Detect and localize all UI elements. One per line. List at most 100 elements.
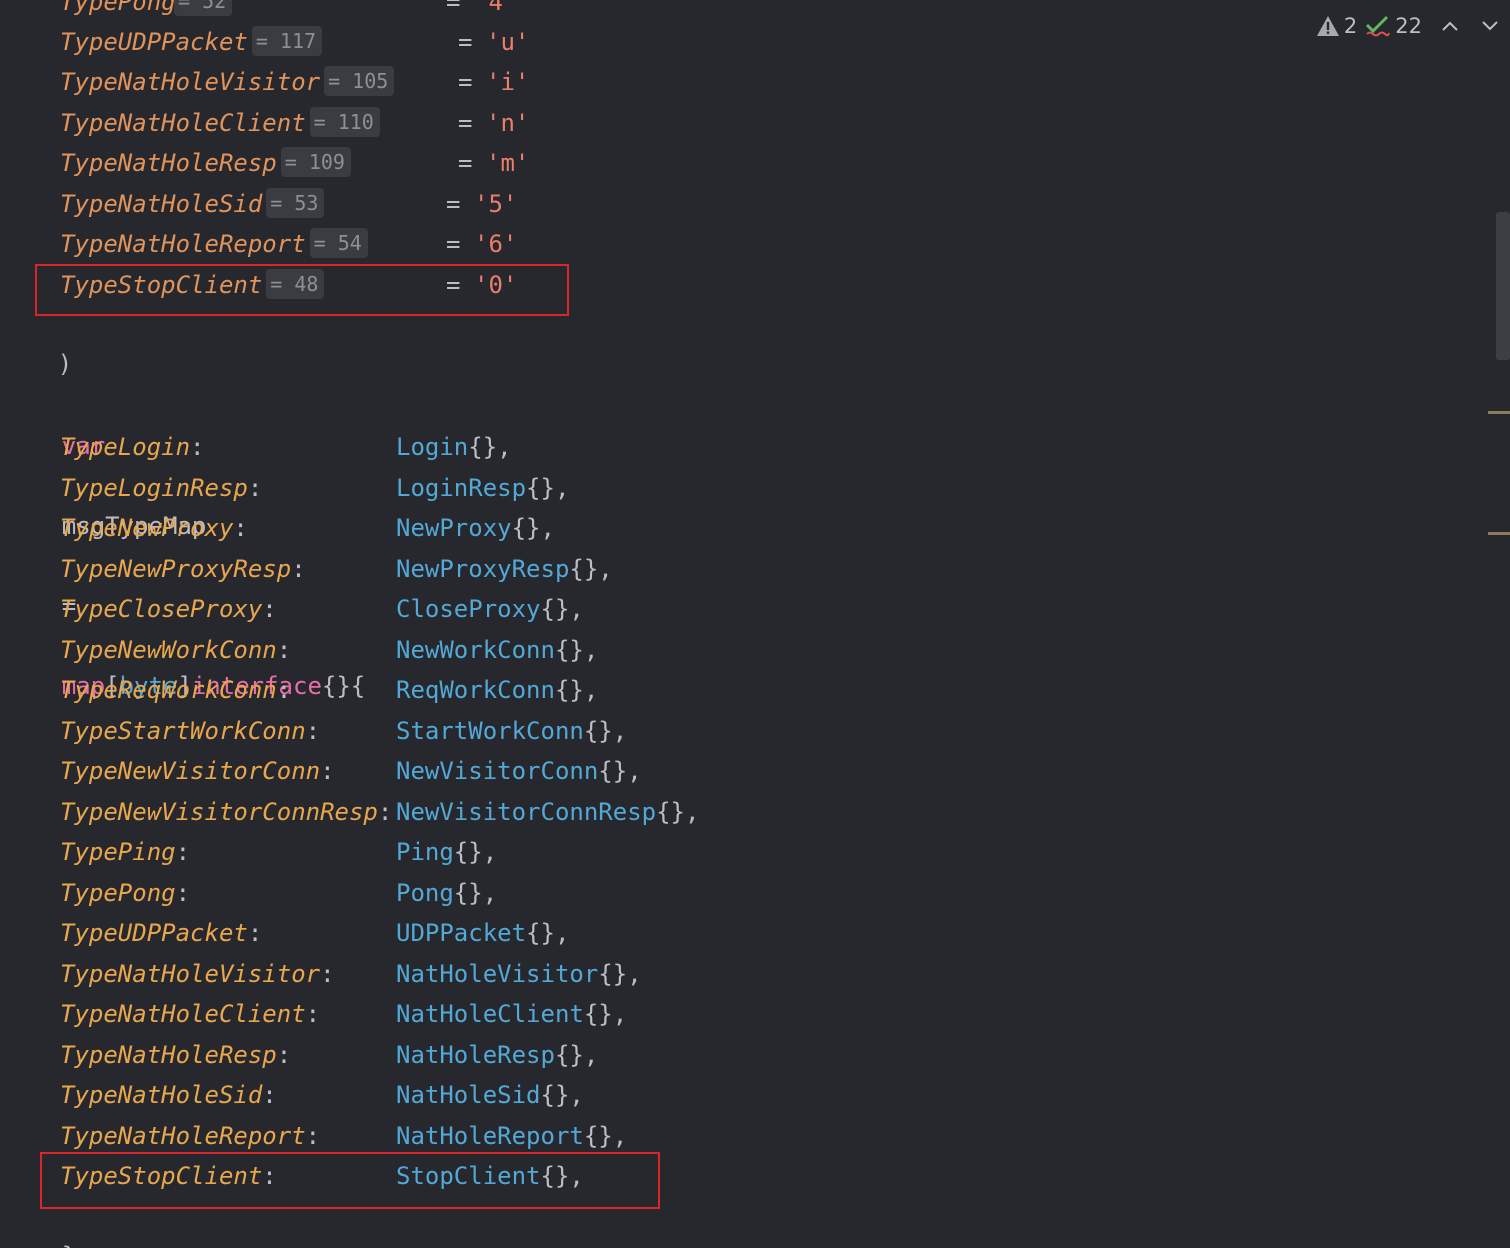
composite-literal-suffix: {}, <box>540 1081 584 1109</box>
map-value-type: Pong <box>396 879 454 907</box>
scrollbar-thumb[interactable] <box>1496 212 1510 360</box>
map-key: TypeNewProxy <box>60 514 234 542</box>
map-value-type: NewWorkConn <box>396 636 555 664</box>
colon: : <box>276 636 292 664</box>
equals-sign: = <box>458 109 473 137</box>
stripe-marker[interactable] <box>1488 532 1510 535</box>
const-name: TypeNatHoleReport <box>60 230 306 258</box>
map-key: TypeNewProxyResp <box>60 555 292 583</box>
colon: : <box>233 514 248 542</box>
double-check-icon <box>1365 14 1391 38</box>
inlay-hint-wrap: = 54 <box>308 224 368 264</box>
map-key: TypeLoginResp <box>60 474 248 502</box>
colon: : <box>190 433 205 461</box>
code-line-const-partial: TypePong = 52 = '4' <box>0 0 517 22</box>
map-value-type: ReqWorkConn <box>396 676 555 704</box>
code-editor[interactable]: TypePong = 52 = '4' TypeUDPPacket = 117 = '… <box>0 0 1486 1248</box>
colon: : <box>305 1000 321 1028</box>
colon: : <box>247 474 263 502</box>
composite-literal-suffix: {}, <box>554 676 599 704</box>
colon: : <box>291 555 306 583</box>
code-line-var-decl: var msgTypeMap = map[byte]interface{}{ <box>4 386 365 700</box>
const-name: TypeUDPPacket <box>60 28 248 56</box>
map-value-type: CloseProxy <box>396 595 541 623</box>
composite-literal-suffix: {}, <box>569 555 613 583</box>
map-value-type: NewVisitorConnResp <box>396 798 657 826</box>
map-value-type: NewVisitorConn <box>396 757 599 785</box>
colon: : <box>320 757 335 785</box>
map-value-type: Ping <box>396 838 454 866</box>
colon: : <box>377 798 393 826</box>
const-value: 'u' <box>486 28 530 56</box>
inlay-hint: = 53 <box>266 188 325 218</box>
map-value-type: UDPPacket <box>396 919 527 947</box>
map-value-type: NatHoleSid <box>396 1081 541 1109</box>
inlay-hint-wrap: = 105 <box>322 62 395 102</box>
composite-literal-suffix: {}, <box>540 595 584 623</box>
inspection-widget[interactable]: 2 22 <box>1316 8 1500 44</box>
map-value-type: NatHoleClient <box>396 1000 584 1028</box>
equals-sign: = <box>458 149 473 177</box>
inlay-hint: = 52 <box>174 0 233 16</box>
colon: : <box>305 1122 321 1150</box>
composite-literal-suffix: {}, <box>598 757 642 785</box>
composite-literal-suffix: {}, <box>598 960 642 988</box>
map-value-type: LoginResp <box>396 474 527 502</box>
map-value-type: Login <box>396 433 469 461</box>
map-key: TypeNewWorkConn <box>60 636 277 664</box>
const-value: 'n' <box>486 109 530 137</box>
vertical-scrollbar[interactable] <box>1486 0 1510 1248</box>
colon: : <box>276 676 292 704</box>
map-key: TypeCloseProxy <box>60 595 263 623</box>
map-key: TypeNatHoleSid <box>60 1081 263 1109</box>
const-name: TypeNatHoleSid <box>60 190 263 218</box>
map-key: TypeUDPPacket <box>60 919 248 947</box>
inlay-hint-wrap: = 109 <box>279 143 351 183</box>
colon: : <box>262 1081 277 1109</box>
map-value-type: NatHoleResp <box>396 1041 555 1069</box>
const-value: '4' <box>474 0 518 16</box>
const-value: '5' <box>474 190 518 218</box>
composite-literal-suffix: {}, <box>583 1122 628 1150</box>
composite-literal-suffix: {}, <box>583 1000 628 1028</box>
colon: : <box>276 1041 292 1069</box>
inlay-hint: = 54 <box>309 228 368 258</box>
equals-sign: = <box>446 190 461 218</box>
map-value-type: StartWorkConn <box>396 717 584 745</box>
stripe-marker[interactable] <box>1488 411 1510 414</box>
map-key: TypePong <box>60 879 176 907</box>
const-name: TypeNatHoleVisitor <box>60 68 321 96</box>
composite-literal-suffix: {}, <box>526 474 570 502</box>
map-key: TypeStartWorkConn <box>60 717 306 745</box>
equals-sign: = <box>458 68 473 96</box>
map-key: TypeNatHoleClient <box>60 1000 306 1028</box>
closing-brace: } <box>62 1242 76 1248</box>
equals-sign: = <box>446 230 461 258</box>
const-value: '6' <box>474 230 518 258</box>
map-value-type: NewProxy <box>396 514 512 542</box>
equals-sign: = <box>446 0 461 16</box>
closing-paren: ) <box>57 350 73 378</box>
map-key: TypeReqWorkConn <box>60 676 277 704</box>
map-key: TypeNatHoleReport <box>60 1122 306 1150</box>
composite-literal-suffix: {}, <box>583 717 628 745</box>
inlay-hint: = 110 <box>309 107 380 137</box>
colon: : <box>247 919 263 947</box>
checks-indicator[interactable]: 22 <box>1365 14 1422 38</box>
map-key: TypeNatHoleResp <box>60 1041 277 1069</box>
const-name: TypeNatHoleClient <box>60 109 306 137</box>
colon: : <box>175 838 191 866</box>
inlay-hint-wrap: = 53 <box>264 184 325 224</box>
chevron-up-icon[interactable] <box>1440 19 1460 33</box>
equals-sign: = <box>458 28 473 56</box>
composite-literal-suffix: {}, <box>526 919 570 947</box>
map-value-type: NatHoleReport <box>396 1122 584 1150</box>
composite-literal-suffix: {}, <box>656 798 700 826</box>
warning-triangle-icon <box>1316 15 1340 37</box>
composite-literal-suffix: {}, <box>554 1041 599 1069</box>
inlay-hint: = 109 <box>280 147 351 177</box>
warnings-indicator[interactable]: 2 <box>1316 14 1357 38</box>
map-key: TypeNewVisitorConn <box>60 757 321 785</box>
inlay-hint: = 117 <box>251 26 323 56</box>
warnings-count: 2 <box>1343 14 1358 38</box>
